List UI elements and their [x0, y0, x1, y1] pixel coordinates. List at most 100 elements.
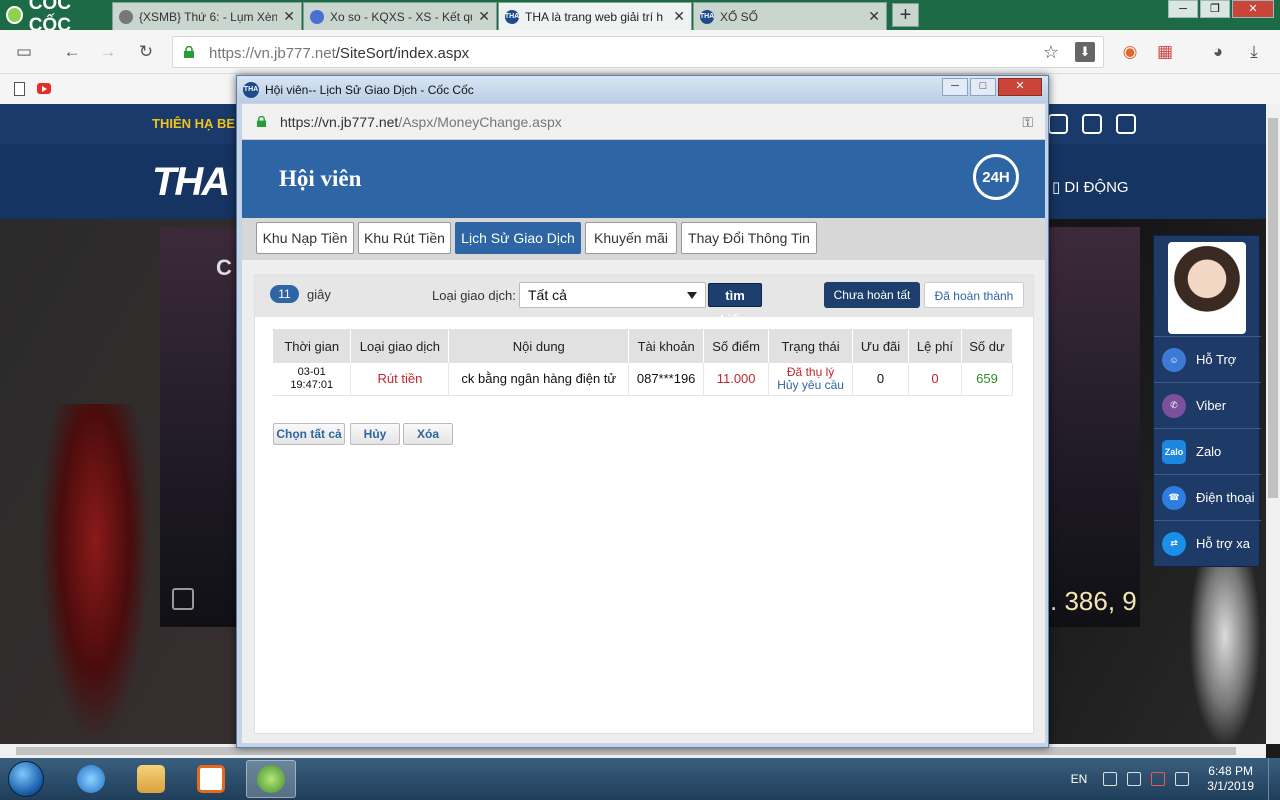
bookmark-star-icon[interactable]: ☆ — [1043, 42, 1059, 63]
document-bookmark-icon[interactable] — [14, 82, 25, 96]
column-header[interactable]: Tài khoản — [628, 329, 705, 363]
reload-icon[interactable]: ↻ — [136, 42, 156, 62]
restore-icon[interactable]: ❐ — [1200, 0, 1230, 18]
support-item-zalo[interactable]: Zalo Zalo — [1154, 428, 1261, 474]
calendar-extension-icon[interactable]: ▦ — [1155, 42, 1175, 62]
youtube-bookmark-icon[interactable] — [37, 83, 51, 94]
user-support-icon: ☺ — [1162, 347, 1186, 372]
speaker-icon[interactable] — [172, 588, 194, 610]
support-24h-icon[interactable]: 24H — [973, 154, 1019, 200]
show-desktop-button[interactable] — [1268, 758, 1280, 800]
column-header[interactable]: Lệ phí — [908, 329, 962, 363]
scroll-thumb[interactable] — [16, 747, 1236, 755]
tab-label: XỔ SỐ — [720, 9, 759, 24]
coccoc-icon — [257, 765, 285, 793]
delete-button[interactable]: Xóa — [403, 423, 453, 445]
banner-text: C — [216, 255, 232, 280]
filter-pending-button[interactable]: Chưa hoàn tất — [824, 282, 920, 308]
close-tab-icon[interactable]: ✕ — [673, 8, 685, 25]
page-vertical-scrollbar[interactable] — [1266, 104, 1280, 744]
select-value: Tất cả — [528, 287, 567, 303]
table-row[interactable]: 03-01 19:47:01 Rút tiền ck bằng ngân hàng… — [273, 363, 1014, 396]
network-warning-icon[interactable] — [1151, 772, 1166, 786]
taskbar-media[interactable] — [186, 760, 236, 798]
clock[interactable]: 6:48 PM 3/1/2019 — [1207, 764, 1254, 794]
address-bar[interactable]: https://vn.jb777.net/SiteSort/index.aspx… — [172, 36, 1104, 68]
minimize-icon[interactable]: ─ — [1168, 0, 1198, 18]
volume-icon[interactable] — [1127, 772, 1142, 786]
browser-tab[interactable]: Xo so - KQXS - XS - Kết qu ✕ — [303, 2, 497, 30]
window-controls: ─ ❐ ✕ — [1166, 0, 1274, 18]
close-window-icon[interactable]: ✕ — [1232, 0, 1274, 18]
taskbar-ie[interactable] — [66, 760, 116, 798]
transaction-type-select[interactable]: Tất cả — [519, 282, 706, 308]
tab-promotions[interactable]: Khuyến mãi — [585, 222, 677, 254]
close-window-icon[interactable]: ✕ — [998, 78, 1042, 96]
tab-withdraw[interactable]: Khu Rút Tiền — [358, 222, 451, 254]
popup-titlebar[interactable]: THA Hội viên-- Lịch Sử Giao Dịch - Cốc C… — [237, 76, 1048, 103]
profile-icon[interactable]: ◕ — [1208, 42, 1228, 62]
nav-mobile[interactable]: ▯ DI ĐỘNG — [1052, 178, 1129, 196]
start-button[interactable] — [8, 761, 44, 797]
support-item-phone[interactable]: ☎ Điện thoại — [1154, 474, 1261, 520]
seconds-label: giây — [307, 287, 331, 302]
close-tab-icon[interactable]: ✕ — [868, 8, 880, 25]
column-header[interactable]: Nội dung — [448, 329, 630, 363]
transaction-panel: 11 giây Loại giao dịch: Tất cả tìm kiếm … — [254, 274, 1034, 734]
scroll-thumb[interactable] — [1268, 118, 1278, 498]
site-favicon-icon — [310, 9, 324, 24]
column-header[interactable]: Ưu đãi — [852, 329, 909, 363]
mail-icon[interactable] — [1082, 114, 1102, 134]
search-button[interactable]: tìm kiếm — [708, 283, 762, 327]
popup-title: Hội viên-- Lịch Sử Giao Dịch - Cốc Cốc — [265, 83, 474, 97]
key-icon[interactable]: ⚿ — [1022, 114, 1033, 131]
browser-tab-strip: CỐC CỐC {XSMB} Thứ 6: - Lụm Xèn ✕ Xo so … — [0, 0, 1280, 36]
cancel-button[interactable]: Hủy — [350, 423, 400, 445]
column-header[interactable]: Số dư — [961, 329, 1014, 363]
tab-deposit[interactable]: Khu Nạp Tiền — [256, 222, 354, 254]
action-center-icon[interactable] — [1175, 772, 1190, 786]
support-item-viber[interactable]: ✆ Viber — [1154, 382, 1261, 428]
forward-icon[interactable]: → — [98, 42, 118, 62]
cell-fee: 0 — [908, 363, 962, 396]
taskbar-explorer[interactable] — [126, 760, 176, 798]
new-tab-button[interactable]: + — [892, 3, 919, 27]
select-all-button[interactable]: Chọn tất cả — [273, 423, 345, 445]
column-header[interactable]: Loại giao dịch — [350, 329, 450, 363]
member-popup-window: THA Hội viên-- Lịch Sử Giao Dịch - Cốc C… — [236, 75, 1049, 748]
support-item-remote[interactable]: ⇄ Hỗ trợ xa — [1154, 520, 1261, 566]
windows-taskbar: EN 6:48 PM 3/1/2019 — [0, 758, 1280, 800]
address-url[interactable]: https://vn.jb777.net/SiteSort/index.aspx — [209, 45, 469, 62]
extension-icon[interactable]: ◉ — [1120, 42, 1140, 62]
download-icon[interactable]: ⬇ — [1075, 42, 1095, 62]
zalo-icon: Zalo — [1162, 439, 1186, 464]
site-logo[interactable]: THA — [152, 160, 230, 205]
close-tab-icon[interactable]: ✕ — [283, 8, 295, 25]
folder-icon — [137, 765, 165, 793]
clock-time: 6:48 PM — [1208, 764, 1253, 778]
column-header[interactable]: Thời gian — [273, 329, 352, 363]
support-item-help[interactable]: ☺ Hỗ Trợ — [1154, 336, 1261, 382]
language-indicator[interactable]: EN — [1071, 772, 1088, 786]
column-header[interactable]: Trạng thái — [768, 329, 854, 363]
column-header[interactable]: Số điểm — [703, 329, 770, 363]
maximize-icon[interactable]: □ — [970, 78, 996, 96]
user-icon[interactable] — [1048, 114, 1068, 134]
tab-transaction-history[interactable]: Lịch Sử Giao Dịch — [455, 222, 581, 254]
browser-tab-active[interactable]: THA THA là trang web giải trí h ✕ — [498, 2, 692, 30]
back-icon[interactable]: ← — [62, 42, 82, 62]
close-tab-icon[interactable]: ✕ — [478, 8, 490, 25]
filter-completed-button[interactable]: Đã hoàn thành — [924, 282, 1024, 308]
logout-icon[interactable] — [1116, 114, 1136, 134]
show-hidden-icons-icon[interactable] — [1103, 772, 1118, 786]
chevron-down-icon — [687, 292, 697, 299]
taskbar-coccoc[interactable] — [246, 760, 296, 798]
browser-logo[interactable]: CỐC CỐC — [0, 0, 110, 36]
cancel-request-link[interactable]: Hủy yêu cầu — [777, 378, 844, 392]
browser-tab[interactable]: THA XỔ SỐ ✕ — [693, 2, 887, 30]
minimize-icon[interactable]: ─ — [942, 78, 968, 96]
tab-change-info[interactable]: Thay Đổi Thông Tin — [681, 222, 817, 254]
sidebar-toggle-icon[interactable]: ▭ — [14, 42, 34, 62]
browser-tab[interactable]: {XSMB} Thứ 6: - Lụm Xèn ✕ — [112, 2, 302, 30]
downloads-icon[interactable]: ⤓ — [1244, 42, 1264, 62]
